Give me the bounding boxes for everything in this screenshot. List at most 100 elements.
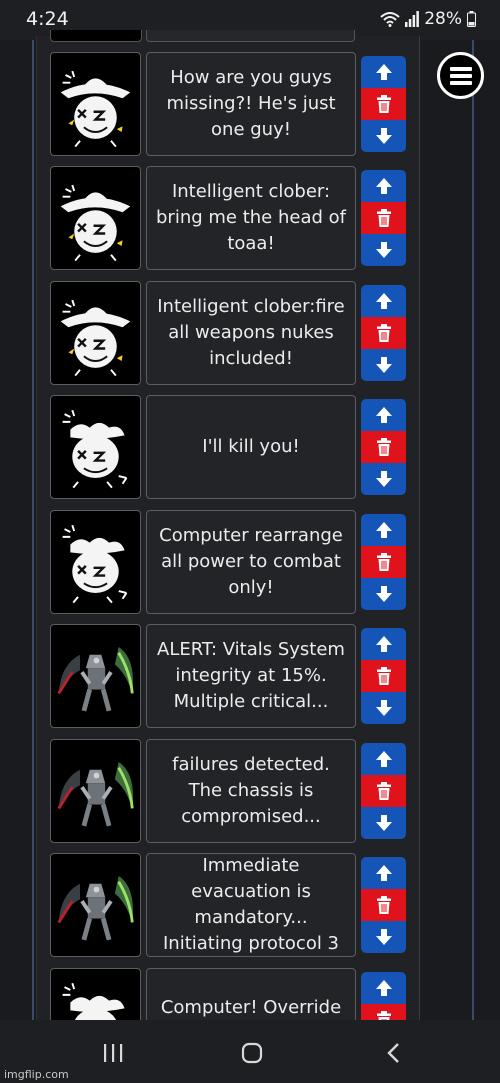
trash-icon bbox=[376, 781, 391, 801]
move-up-button[interactable] bbox=[361, 743, 406, 775]
message-text-box[interactable]: failures detected. The chassis is compro… bbox=[146, 739, 356, 843]
move-up-button[interactable] bbox=[361, 285, 406, 317]
message-text: Intelligent clober: bring me the head of… bbox=[156, 181, 346, 254]
arrow-up-icon bbox=[375, 293, 392, 309]
move-down-button[interactable] bbox=[361, 578, 406, 610]
character-avatar[interactable] bbox=[50, 624, 141, 728]
message-controls bbox=[361, 285, 406, 381]
back-icon[interactable] bbox=[386, 1042, 400, 1064]
message-row: failures detected. The chassis is compro… bbox=[50, 739, 410, 843]
arrow-up-icon bbox=[375, 980, 392, 996]
message-text-box[interactable]: Immediate evacuation is mandatory... Ini… bbox=[146, 853, 356, 957]
move-up-button[interactable] bbox=[361, 170, 406, 202]
delete-button[interactable] bbox=[361, 317, 406, 349]
clober-smoke-avatar-image bbox=[61, 524, 128, 604]
trash-icon bbox=[376, 895, 391, 915]
move-down-button[interactable] bbox=[361, 120, 406, 152]
clober-hat-avatar-image bbox=[59, 298, 132, 377]
trash-icon bbox=[376, 94, 391, 114]
mecha-scythe-avatar-image bbox=[51, 740, 140, 842]
arrow-down-icon bbox=[375, 586, 392, 602]
move-down-button[interactable] bbox=[361, 463, 406, 495]
arrow-down-icon bbox=[375, 471, 392, 487]
message-controls bbox=[361, 628, 406, 724]
character-avatar[interactable] bbox=[50, 395, 141, 499]
delete-button[interactable] bbox=[361, 546, 406, 578]
message-controls bbox=[361, 743, 406, 839]
message-text-box[interactable]: ALERT: Vitals System integrity at 15%. M… bbox=[146, 624, 356, 728]
recent-apps-icon[interactable] bbox=[103, 1044, 123, 1062]
character-avatar[interactable] bbox=[50, 281, 141, 385]
message-text: Immediate evacuation is mandatory... Ini… bbox=[162, 855, 340, 954]
arrow-down-icon bbox=[375, 700, 392, 716]
delete-button[interactable] bbox=[361, 775, 406, 807]
arrow-up-icon bbox=[375, 751, 392, 767]
trash-icon bbox=[376, 666, 391, 686]
mecha-scythe-avatar-image bbox=[51, 625, 140, 727]
arrow-down-icon bbox=[375, 128, 392, 144]
message-text-box[interactable]: I'll kill you! bbox=[146, 395, 356, 499]
status-time: 4:24 bbox=[26, 8, 69, 30]
page-guide-right bbox=[472, 40, 474, 1020]
message-controls bbox=[361, 399, 406, 495]
character-avatar[interactable] bbox=[50, 510, 141, 614]
move-up-button[interactable] bbox=[361, 972, 406, 1004]
message-text-box[interactable]: How are you guys missing?! He's just one… bbox=[146, 52, 356, 156]
move-up-button[interactable] bbox=[361, 56, 406, 88]
clober-hat-avatar-image bbox=[59, 69, 132, 148]
android-nav-bar bbox=[0, 1020, 500, 1083]
move-down-button[interactable] bbox=[361, 692, 406, 724]
move-up-button[interactable] bbox=[361, 628, 406, 660]
status-icons: 28% bbox=[380, 9, 476, 29]
message-row: Intelligent clober:fire all weapons nuke… bbox=[50, 281, 410, 385]
move-down-button[interactable] bbox=[361, 234, 406, 266]
message-controls bbox=[361, 170, 406, 266]
character-avatar[interactable] bbox=[50, 52, 141, 156]
message-text-box[interactable]: Computer rearrange all power to combat o… bbox=[146, 510, 356, 614]
imgflip-watermark: imgflip.com bbox=[4, 1068, 69, 1081]
message-text: I'll kill you! bbox=[202, 436, 300, 457]
message-text: Intelligent clober:fire all weapons nuke… bbox=[157, 296, 345, 369]
menu-button[interactable] bbox=[437, 52, 484, 99]
arrow-up-icon bbox=[375, 865, 392, 881]
message-text-box[interactable]: Intelligent clober:fire all weapons nuke… bbox=[146, 281, 356, 385]
move-down-button[interactable] bbox=[361, 807, 406, 839]
arrow-up-icon bbox=[375, 407, 392, 423]
previous-message-cut bbox=[146, 30, 355, 42]
move-up-button[interactable] bbox=[361, 514, 406, 546]
mecha-scythe-avatar-image bbox=[51, 854, 140, 956]
delete-button[interactable] bbox=[361, 660, 406, 692]
hamburger-menu-icon bbox=[449, 66, 472, 85]
arrow-up-icon bbox=[375, 522, 392, 538]
home-icon[interactable] bbox=[241, 1042, 263, 1064]
character-avatar[interactable] bbox=[50, 853, 141, 957]
message-controls bbox=[361, 857, 406, 953]
wifi-icon bbox=[380, 12, 400, 27]
message-text: Computer! Override bbox=[160, 997, 342, 1018]
page-guide-left bbox=[32, 40, 34, 1020]
move-down-button[interactable] bbox=[361, 921, 406, 953]
message-row: How are you guys missing?! He's just one… bbox=[50, 52, 410, 156]
message-row: Intelligent clober: bring me the head of… bbox=[50, 166, 410, 270]
message-text-box[interactable]: Intelligent clober: bring me the head of… bbox=[146, 166, 356, 270]
delete-button[interactable] bbox=[361, 88, 406, 120]
arrow-up-icon bbox=[375, 636, 392, 652]
delete-button[interactable] bbox=[361, 202, 406, 234]
delete-button[interactable] bbox=[361, 431, 406, 463]
arrow-down-icon bbox=[375, 929, 392, 945]
signal-icon bbox=[405, 11, 420, 27]
character-avatar[interactable] bbox=[50, 166, 141, 270]
character-avatar[interactable] bbox=[50, 739, 141, 843]
move-up-button[interactable] bbox=[361, 399, 406, 431]
arrow-up-icon bbox=[375, 178, 392, 194]
message-text: failures detected. The chassis is compro… bbox=[172, 754, 330, 827]
arrow-up-icon bbox=[375, 64, 392, 80]
trash-icon bbox=[376, 208, 391, 228]
arrow-down-icon bbox=[375, 815, 392, 831]
message-text: How are you guys missing?! He's just one… bbox=[166, 67, 336, 140]
delete-button[interactable] bbox=[361, 889, 406, 921]
move-up-button[interactable] bbox=[361, 857, 406, 889]
move-down-button[interactable] bbox=[361, 349, 406, 381]
arrow-down-icon bbox=[375, 242, 392, 258]
message-text: Computer rearrange all power to combat o… bbox=[159, 525, 343, 598]
